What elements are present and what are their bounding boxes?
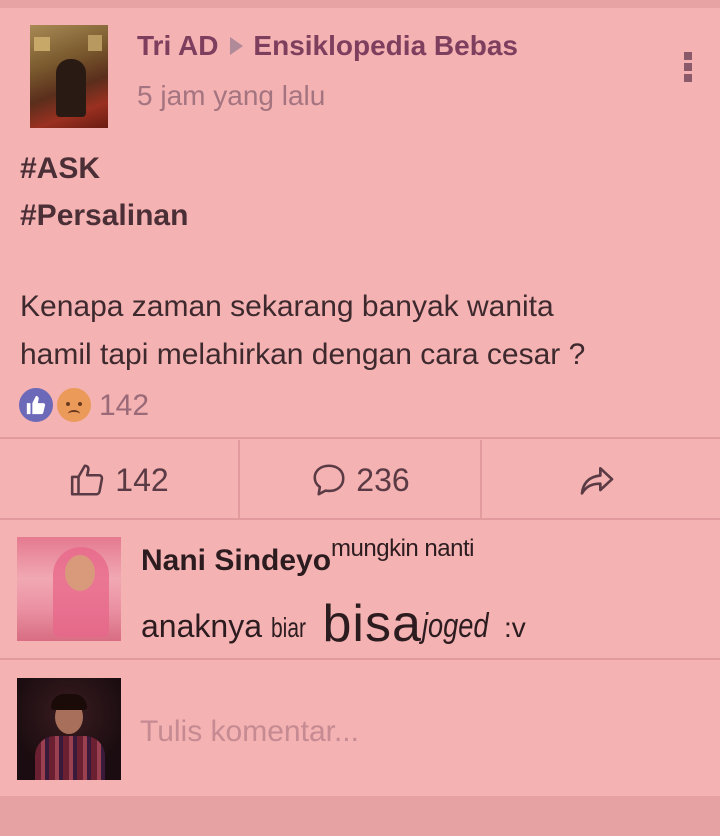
post-body-line-1: Kenapa zaman sekarang banyak wanita [20,290,554,323]
hashtag-persalinan[interactable]: #Persalinan [20,199,188,233]
top-divider [0,0,720,8]
hashtag-ask[interactable]: #ASK [20,152,100,186]
share-icon [580,467,614,495]
more-options-icon[interactable] [682,52,694,88]
divider [0,658,720,660]
commenter-avatar[interactable] [17,537,121,641]
group-name-link[interactable]: Ensiklopedia Bebas [253,30,518,61]
like-button[interactable]: 142 [0,440,238,520]
author-name-link[interactable]: Tri AD [137,30,218,61]
author-avatar[interactable] [30,25,108,128]
comment-bubble-icon [313,464,345,496]
thumbs-up-icon [71,464,104,496]
bottom-bar [0,796,720,836]
comment-word: biar [270,612,306,643]
post-body-line-2: hamil tapi melahirkan dengan cara cesar … [20,338,586,371]
comment-input[interactable] [140,710,700,754]
comment-line-1: Nani Sindeyomungkin nanti [141,535,474,578]
comment-button[interactable]: 236 [240,440,480,520]
sad-reaction-icon [55,386,93,424]
arrow-right-icon [230,36,244,55]
commenter-name-link[interactable]: Nani Sindeyo [141,544,331,577]
divider [0,518,720,520]
share-button[interactable] [482,440,720,520]
comment-word: :v [503,612,526,643]
post-header: Tri AD Ensiklopedia Bebas [137,30,518,62]
like-reaction-icon [17,386,55,424]
divider [0,437,720,439]
comment-text: mungkin nanti [331,535,474,562]
post-timestamp[interactable]: 5 jam yang lalu [137,80,325,112]
current-user-avatar [17,678,121,780]
reaction-count: 142 [99,389,150,422]
comment-bubble: Nani Sindeyomungkin nanti anaknya biar b… [133,530,720,672]
like-count: 142 [115,461,169,498]
comment-word: bisa [322,595,422,653]
comment-line-2: anaknya biar bisajoged :v [141,590,526,653]
comment-word: joged [421,607,489,645]
comment-count: 236 [356,461,410,498]
comment-word: anaknya [141,608,262,644]
